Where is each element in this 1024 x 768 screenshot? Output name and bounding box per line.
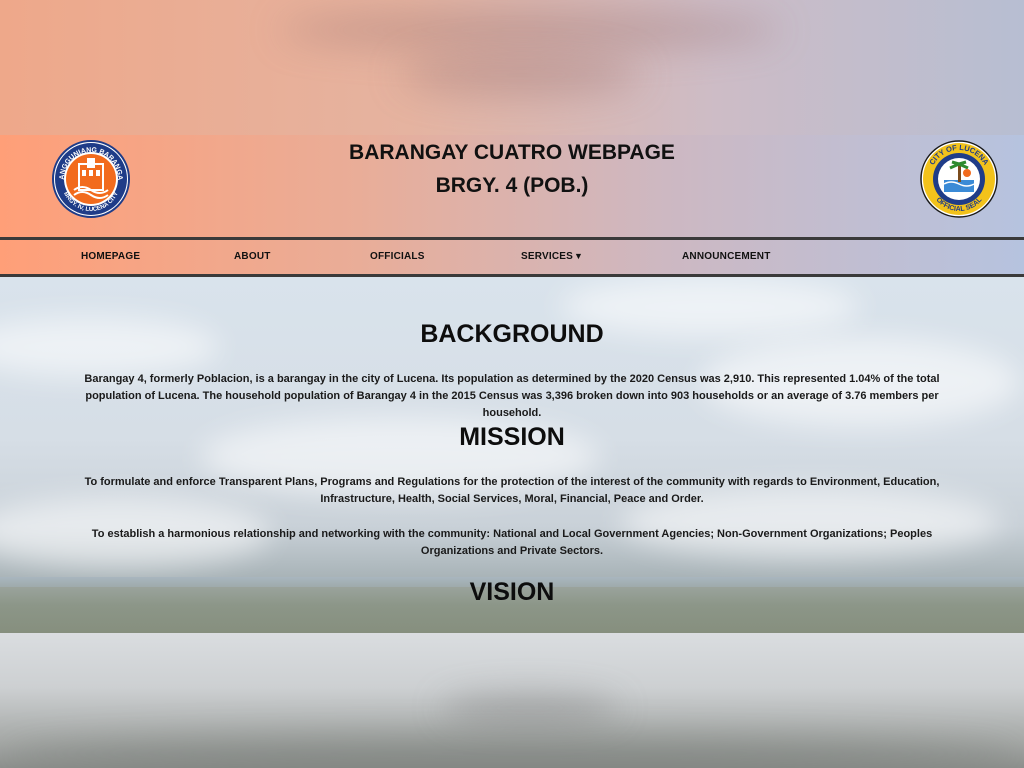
main-content: BACKGROUND Barangay 4, formerly Poblacio… [0, 277, 1024, 633]
site-title: BARANGAY CUATRO WEBPAGE [349, 141, 675, 164]
site-subtitle: BRGY. 4 (POB.) [435, 174, 589, 197]
nav-about[interactable]: ABOUT [234, 251, 271, 262]
nav-officials-label: OFFICIALS [370, 251, 425, 262]
city-seal-icon: CITY OF LUCENA OFFICIAL SEAL [920, 140, 998, 218]
nav-homepage[interactable]: HOMEPAGE [81, 251, 140, 262]
mission-paragraph-1: To formulate and enforce Transparent Pla… [84, 476, 940, 505]
bottom-blurred-backdrop [0, 633, 1024, 768]
nav-services[interactable]: SERVICES▼ [521, 251, 583, 262]
background-text: Barangay 4, formerly Poblacion, is a bar… [84, 373, 940, 419]
nav-services-label: SERVICES [521, 251, 573, 262]
mission-heading: MISSION [459, 423, 565, 451]
top-blurred-backdrop [0, 0, 1024, 135]
nav-announcement-label: ANNOUNCEMENT [682, 251, 771, 262]
nav-officials[interactable]: OFFICIALS [370, 251, 425, 262]
nav-homepage-label: HOMEPAGE [81, 251, 141, 262]
nav-announcement[interactable]: ANNOUNCEMENT [682, 251, 771, 262]
vision-heading: VISION [469, 578, 555, 606]
site-header: SANGGUNIANG BARANGAY BRGY. IV, LUCENA CI… [0, 135, 1024, 237]
mission-paragraph-2: To establish a harmonious relationship a… [91, 528, 933, 557]
nav-about-label: ABOUT [234, 251, 271, 262]
main-nav: HOMEPAGE ABOUT OFFICIALS SERVICES▼ ANNOU… [0, 237, 1024, 277]
caret-down-icon: ▼ [574, 251, 584, 261]
background-heading: BACKGROUND [420, 320, 604, 348]
